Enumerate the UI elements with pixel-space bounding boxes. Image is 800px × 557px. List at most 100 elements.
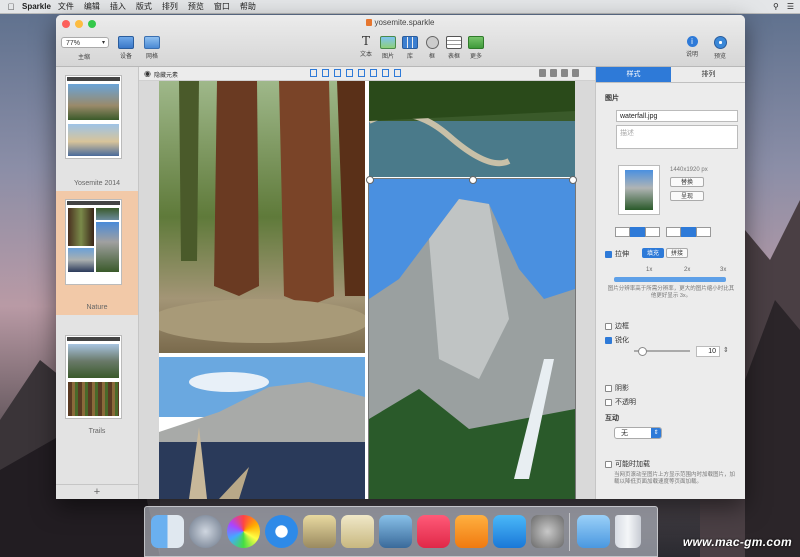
eye-icon[interactable]: ◉: [144, 69, 151, 78]
table-button[interactable]: 表框: [442, 36, 466, 60]
image-preview[interactable]: [618, 165, 660, 215]
send-back-icon[interactable]: [572, 69, 579, 77]
trash-icon[interactable]: [615, 515, 641, 548]
photo-waterfall[interactable]: [368, 178, 576, 499]
distribute-h-icon[interactable]: [382, 69, 389, 77]
system-preferences-icon[interactable]: [531, 515, 564, 548]
device-button[interactable]: 设备: [114, 36, 138, 60]
safari-icon[interactable]: [265, 515, 298, 548]
menu-item-window[interactable]: 窗口: [214, 1, 230, 12]
align-right-icon[interactable]: [334, 69, 341, 77]
tab-arrange[interactable]: 排列: [671, 67, 745, 83]
tile-button[interactable]: 拼接: [666, 248, 688, 258]
resize-handle[interactable]: [569, 176, 577, 184]
replace-button[interactable]: 替换: [670, 177, 704, 187]
menu-item-insert[interactable]: 插入: [110, 1, 126, 12]
align-middle-button[interactable]: [681, 227, 696, 237]
align-right-button[interactable]: [645, 227, 660, 237]
ibooks-icon[interactable]: [455, 515, 488, 548]
chevron-updown-icon: ⇕: [651, 428, 661, 438]
photo-lake[interactable]: [159, 357, 365, 499]
photo-redwoods[interactable]: [159, 81, 365, 353]
notes-icon[interactable]: [341, 515, 374, 548]
zoom-select[interactable]: 77% ▾: [61, 37, 109, 48]
resize-handle[interactable]: [469, 176, 477, 184]
checkbox-box: [605, 398, 612, 406]
border-label: 边框: [615, 323, 629, 330]
menu-item-file[interactable]: 文件: [58, 1, 74, 12]
align-left-icon[interactable]: [310, 69, 317, 77]
photos-icon[interactable]: [379, 515, 412, 548]
round-checkbox[interactable]: 锐化: [605, 335, 629, 345]
image-button[interactable]: 图片: [376, 36, 400, 60]
finder-icon[interactable]: [151, 515, 184, 548]
filename-field[interactable]: waterfall.jpg: [616, 110, 738, 122]
tab-style[interactable]: 样式: [596, 67, 671, 83]
round-value-field[interactable]: 10: [696, 346, 720, 357]
music-icon[interactable]: [417, 515, 450, 548]
list-icon[interactable]: ☰: [787, 2, 794, 11]
creek-image: [369, 81, 575, 177]
fill-button[interactable]: 填充: [642, 248, 664, 258]
page-item-trails[interactable]: Trails: [56, 315, 138, 439]
menu-item-edit[interactable]: 编辑: [84, 1, 100, 12]
align-center-button[interactable]: [630, 227, 645, 237]
page-label: Nature: [86, 304, 108, 311]
page-item-nature[interactable]: Nature: [56, 191, 138, 315]
image-dimensions: 1440x1920 px: [670, 167, 708, 173]
stepper-icon[interactable]: ⇕: [723, 346, 729, 354]
page-sheet[interactable]: [159, 81, 577, 499]
lock-icon[interactable]: [539, 69, 546, 77]
distribute-v-icon[interactable]: [394, 69, 401, 77]
page-item-yosemite[interactable]: Yosemite 2014: [56, 67, 138, 191]
game-center-icon[interactable]: [227, 515, 260, 548]
menu-item-arrange[interactable]: 排列: [162, 1, 178, 12]
box-button[interactable]: 框: [420, 36, 444, 60]
scale-slider[interactable]: [614, 277, 726, 282]
description-field[interactable]: 描述: [616, 125, 738, 149]
resize-handle[interactable]: [366, 176, 374, 184]
text-label: 文本: [359, 52, 372, 58]
image-label: 图片: [381, 54, 394, 60]
menu-app-name[interactable]: Sparkle: [22, 2, 51, 11]
align-top-icon[interactable]: [346, 69, 353, 77]
menu-item-help[interactable]: 帮助: [240, 1, 256, 12]
text-button[interactable]: T 文本: [354, 35, 378, 58]
more-button[interactable]: 更多: [464, 36, 488, 60]
library-button[interactable]: 库: [398, 36, 422, 60]
opacity-checkbox[interactable]: 不透明: [605, 397, 636, 407]
bring-front-icon[interactable]: [561, 69, 568, 77]
preview-app-icon[interactable]: [303, 515, 336, 548]
hide-elements-label[interactable]: 隐藏元素: [154, 70, 178, 79]
align-left-button[interactable]: [615, 227, 630, 237]
round-slider-knob[interactable]: [638, 347, 647, 356]
group-icon[interactable]: [550, 69, 557, 77]
align-bottom-button[interactable]: [696, 227, 711, 237]
app-store-icon[interactable]: [493, 515, 526, 548]
search-icon[interactable]: ⚲: [773, 2, 779, 11]
align-top-button[interactable]: [666, 227, 681, 237]
grid-icon: [144, 36, 160, 49]
show-button[interactable]: 呈现: [670, 191, 704, 201]
downloads-folder-icon[interactable]: [577, 515, 610, 548]
align-bottom-icon[interactable]: [370, 69, 377, 77]
info-button[interactable]: i 说明: [680, 36, 704, 58]
photo-creek[interactable]: [369, 81, 575, 177]
align-center-icon[interactable]: [322, 69, 329, 77]
shadow-checkbox[interactable]: 阴影: [605, 383, 629, 393]
preview-button[interactable]: 预览: [708, 36, 732, 60]
apple-icon[interactable]: : [4, 2, 18, 12]
grid-button[interactable]: 网格: [140, 36, 164, 60]
canvas-area[interactable]: [139, 81, 595, 499]
menu-item-layout[interactable]: 版式: [136, 1, 152, 12]
add-page-button[interactable]: +: [56, 484, 138, 499]
align-middle-icon[interactable]: [358, 69, 365, 77]
canvas-toolbar: ◉ 隐藏元素: [139, 67, 595, 81]
border-checkbox[interactable]: 边框: [605, 321, 629, 331]
lazy-load-checkbox[interactable]: 可能时加载: [605, 459, 650, 469]
launchpad-icon[interactable]: [189, 515, 222, 548]
interaction-select[interactable]: 无 ⇕: [614, 427, 662, 439]
stretch-checkbox[interactable]: 拉伸: [605, 249, 629, 259]
menu-item-preview[interactable]: 预览: [188, 1, 204, 12]
watermark: www.mac-gm.com: [682, 535, 792, 549]
